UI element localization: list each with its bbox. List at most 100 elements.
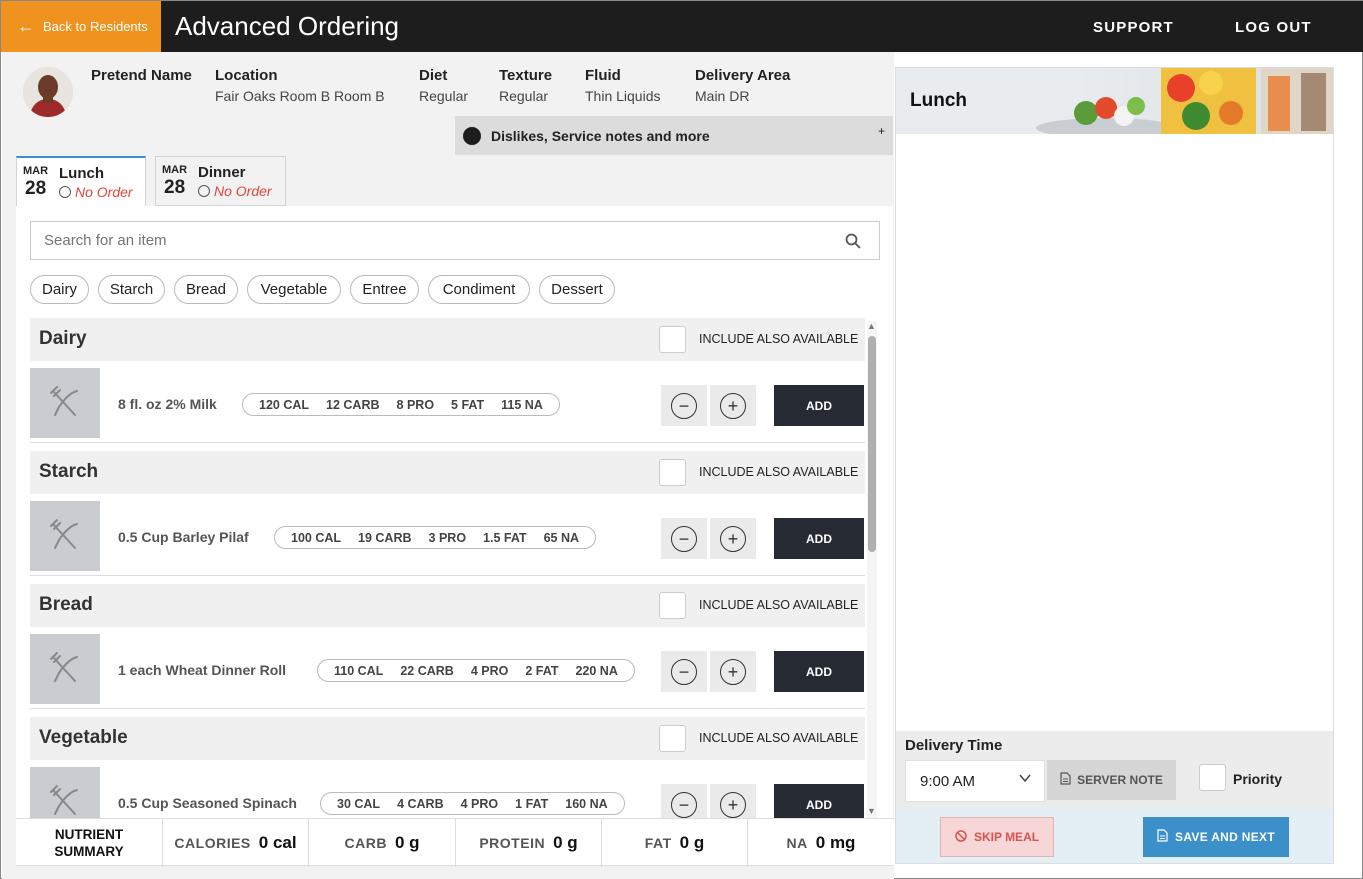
add-item-button[interactable]: ADD	[774, 784, 864, 818]
increase-quantity-button[interactable]: +	[710, 651, 756, 692]
item-name: 0.5 Cup Seasoned Spinach	[118, 795, 297, 811]
item-fat: 2 FAT	[525, 663, 559, 678]
tab-order-status: No Order	[198, 183, 272, 199]
nutrition-pill: 120 CAL 12 CARB 8 PRO 5 FAT 115 NA	[242, 393, 560, 416]
texture-label: Texture	[499, 67, 553, 84]
tab-month: MAR	[162, 164, 188, 176]
item-fat: 1 FAT	[515, 796, 549, 811]
texture-value: Regular	[499, 88, 549, 104]
include-also-available-checkbox[interactable]	[659, 725, 686, 752]
nutrient-summary: NUTRIENT SUMMARY CALORIES 0 cal CARB 0 g…	[16, 818, 894, 867]
diet-block: Diet Regular	[419, 67, 468, 104]
add-item-button[interactable]: ADD	[774, 651, 864, 692]
tab-dinner[interactable]: MAR 28 Dinner No Order	[155, 156, 286, 206]
item-sodium: 115 NA	[501, 397, 543, 412]
add-item-button[interactable]: ADD	[774, 385, 864, 426]
include-also-available-checkbox[interactable]	[659, 459, 686, 486]
filter-chip-dairy[interactable]: Dairy	[30, 275, 89, 304]
fork-knife-icon	[30, 501, 100, 571]
category-header-dairy: Dairy INCLUDE ALSO AVAILABLE	[30, 318, 865, 361]
category-header-bread: Bread INCLUDE ALSO AVAILABLE	[30, 584, 865, 627]
tab-lunch[interactable]: MAR 28 Lunch No Order	[16, 156, 146, 207]
protein-value: 0 g	[553, 833, 578, 852]
include-also-available-checkbox[interactable]	[659, 592, 686, 619]
tab-day: 28	[25, 178, 47, 199]
summary-title-line2: SUMMARY	[54, 844, 124, 859]
filter-chip-vegetable[interactable]: Vegetable	[247, 275, 341, 304]
scroll-up-icon[interactable]: ▲	[867, 321, 876, 331]
status-circle-icon	[59, 186, 71, 198]
item-fat: 1.5 FAT	[483, 530, 527, 545]
item-calories: 100 CAL	[291, 530, 342, 545]
fluid-block: Fluid Thin Liquids	[585, 67, 661, 104]
location-label: Location	[215, 67, 278, 84]
decrease-quantity-button[interactable]: −	[661, 784, 707, 818]
nutrition-pill: 100 CAL 19 CARB 3 PRO 1.5 FAT 65 NA	[274, 526, 597, 549]
save-and-next-label: SAVE AND NEXT	[1175, 830, 1275, 844]
server-note-button[interactable]: SERVER NOTE	[1047, 760, 1176, 800]
minus-icon: −	[671, 791, 697, 818]
nutrition-pill: 30 CAL 4 CARB 4 PRO 1 FAT 160 NA	[320, 792, 625, 815]
add-item-button[interactable]: ADD	[774, 518, 864, 559]
filter-chip-dessert[interactable]: Dessert	[539, 275, 615, 304]
texture-block: Texture Regular	[499, 67, 552, 104]
increase-quantity-button[interactable]: +	[710, 385, 756, 426]
search-input[interactable]	[31, 222, 811, 259]
search-icon[interactable]	[845, 233, 861, 254]
category-title: Bread	[39, 594, 93, 615]
delivery-time-select[interactable]: 9:00 AM	[905, 760, 1045, 802]
meal-banner: Lunch	[896, 68, 1333, 134]
support-link[interactable]: SUPPORT	[1093, 19, 1174, 36]
summary-title-text: NUTRIENT SUMMARY	[54, 826, 123, 860]
skip-meal-button[interactable]: SKIP MEAL	[940, 817, 1054, 857]
tab-meal-name: Dinner	[198, 164, 246, 181]
dislikes-label: Dislikes, Service notes and more	[491, 127, 710, 144]
priority-checkbox[interactable]	[1199, 764, 1226, 791]
back-label: Back to Residents	[43, 19, 148, 34]
document-icon	[1060, 772, 1071, 788]
filter-chip-entree[interactable]: Entree	[350, 275, 419, 304]
category-title: Dairy	[39, 328, 87, 349]
fat-label: FAT	[644, 835, 672, 851]
increase-quantity-button[interactable]: +	[710, 784, 756, 818]
include-also-available-checkbox[interactable]	[659, 326, 686, 353]
sodium-value: 0 mg	[815, 833, 856, 852]
ban-icon	[955, 829, 967, 845]
priority-label: Priority	[1233, 771, 1283, 787]
delivery-time-label: Delivery Time	[905, 737, 1003, 754]
item-protein: 8 PRO	[396, 397, 435, 412]
tab-meal-name: Lunch	[59, 165, 104, 182]
dislikes-expander[interactable]: Dislikes, Service notes and more +	[455, 116, 893, 155]
summary-title: NUTRIENT SUMMARY	[16, 819, 162, 867]
menu-scrollbar-thumb[interactable]	[868, 336, 876, 552]
summary-calories: CALORIES 0 cal	[162, 819, 308, 867]
save-and-next-button[interactable]: SAVE AND NEXT	[1143, 817, 1289, 857]
arrow-left-icon: ←	[17, 16, 35, 36]
menu-item-row: 1 each Wheat Dinner Roll 110 CAL 22 CARB…	[30, 634, 865, 709]
expand-icon[interactable]: +	[878, 124, 885, 138]
delivery-time-value: 9:00 AM	[920, 772, 976, 790]
item-sodium: 65 NA	[543, 530, 580, 545]
include-also-available-label: INCLUDE ALSO AVAILABLE	[699, 465, 859, 479]
increase-quantity-button[interactable]: +	[710, 518, 756, 559]
fat-value: 0 g	[679, 833, 705, 852]
item-name: 8 fl. oz 2% Milk	[118, 396, 217, 412]
decrease-quantity-button[interactable]: −	[661, 518, 707, 559]
item-protein: 3 PRO	[428, 530, 467, 545]
decrease-quantity-button[interactable]: −	[661, 385, 707, 426]
plus-icon: +	[720, 525, 746, 552]
calories-value: 0 cal	[258, 833, 297, 852]
filter-chip-bread[interactable]: Bread	[174, 275, 238, 304]
avatar	[23, 67, 73, 117]
delivery-area-label: Delivery Area	[695, 67, 791, 84]
item-carb: 22 CARB	[400, 663, 454, 678]
back-to-residents-button[interactable]: ← Back to Residents	[1, 1, 161, 52]
filter-chip-starch[interactable]: Starch	[98, 275, 165, 304]
delivery-section: Delivery Time 9:00 AM SERVER NOTE Priori…	[896, 731, 1333, 809]
filter-chip-condiment[interactable]: Condiment	[428, 275, 530, 304]
decrease-quantity-button[interactable]: −	[661, 651, 707, 692]
scroll-down-icon[interactable]: ▼	[867, 806, 876, 816]
item-calories: 30 CAL	[337, 796, 381, 811]
tab-status-text: No Order	[214, 183, 272, 199]
logout-link[interactable]: LOG OUT	[1235, 19, 1312, 36]
